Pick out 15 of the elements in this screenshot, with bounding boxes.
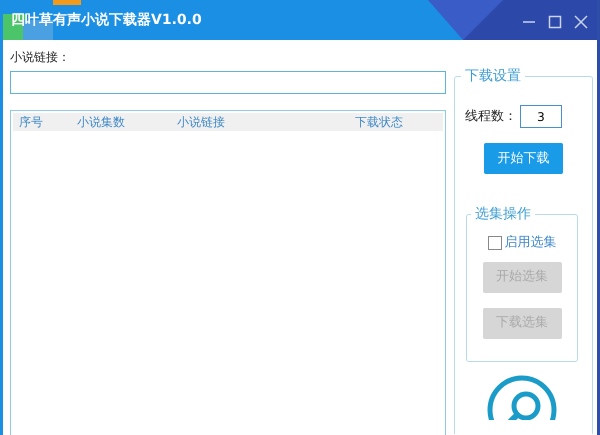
checkbox-label: 启用选集 — [504, 234, 556, 252]
start-download-button[interactable]: 开始下载 — [484, 143, 563, 174]
group-title: 下载设置 — [461, 68, 525, 84]
window-title: 四叶草有声小说下载器V1.0.0 — [11, 10, 202, 30]
column-header[interactable]: 下载状态 — [349, 113, 439, 131]
search-icon[interactable] — [486, 374, 558, 420]
link-input-field[interactable] — [10, 71, 446, 94]
thread-count-label: 线程数： — [465, 108, 517, 126]
column-header[interactable]: 小说集数 — [71, 113, 171, 131]
checkbox[interactable] — [488, 236, 502, 250]
link-label: 小说链接： — [10, 49, 71, 66]
thread-count-field[interactable]: 3 — [520, 105, 562, 128]
column-header[interactable]: 小说链接 — [171, 113, 349, 131]
column-header[interactable]: 序号 — [13, 113, 71, 131]
group-title: 选集操作 — [471, 206, 535, 222]
